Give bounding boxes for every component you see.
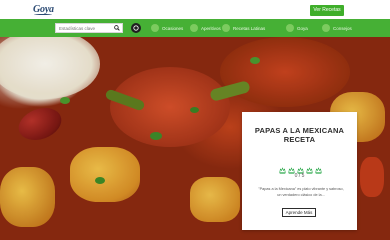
star-icon[interactable] (315, 161, 322, 174)
star-icon[interactable] (279, 161, 286, 174)
nav-item-ocasiones[interactable]: Ocasiones (151, 23, 183, 33)
star-icon[interactable] (288, 161, 295, 174)
goya-circle-button[interactable] (131, 23, 141, 33)
g-mark-icon (133, 25, 139, 31)
main-nav: Ocasiones Aperitivos Recetas Latinas Goy… (0, 19, 390, 37)
rating-text: 0 / 5 (294, 173, 305, 179)
recipe-title: PAPAS A LA MEXICANA RECETA (254, 126, 345, 144)
learn-more-button[interactable]: Aprende Más (282, 208, 316, 217)
search-box (55, 23, 123, 33)
nav-item-label: Recetas Latinas (233, 25, 266, 31)
tips-icon (322, 24, 330, 32)
occasions-icon (151, 24, 159, 32)
latin-recipes-icon (222, 24, 230, 32)
top-bar: Goya Ver Recetas (0, 0, 390, 19)
nav-item-label: Ocasiones (162, 25, 184, 31)
recipe-card: PAPAS A LA MEXICANA RECETA 0 / 5 "Papas … (242, 112, 357, 230)
goya-icon (286, 24, 294, 32)
goya-logo[interactable]: Goya (33, 4, 54, 15)
nav-item-label: Goya (297, 25, 308, 31)
nav-item-consejos[interactable]: Consejos (322, 23, 352, 33)
nav-item-goya[interactable]: Goya (286, 23, 308, 33)
appetizers-icon (190, 24, 198, 32)
search-icon[interactable] (114, 25, 120, 31)
nav-item-label: Consejos (333, 25, 352, 31)
rating-stars[interactable] (279, 161, 322, 174)
star-icon[interactable] (297, 161, 304, 174)
nav-item-recetas-latinas[interactable]: Recetas Latinas (222, 23, 265, 33)
nav-item-aperitivos[interactable]: Aperitivos (190, 23, 221, 33)
recipe-description: "Papas a la Mexicana" es plato vibrante … (258, 187, 344, 197)
logo-swoosh (34, 13, 52, 15)
star-icon[interactable] (306, 161, 313, 174)
see-recipes-button[interactable]: Ver Recetas (310, 5, 344, 16)
nav-item-label: Aperitivos (201, 25, 221, 31)
search-input[interactable] (56, 24, 112, 32)
